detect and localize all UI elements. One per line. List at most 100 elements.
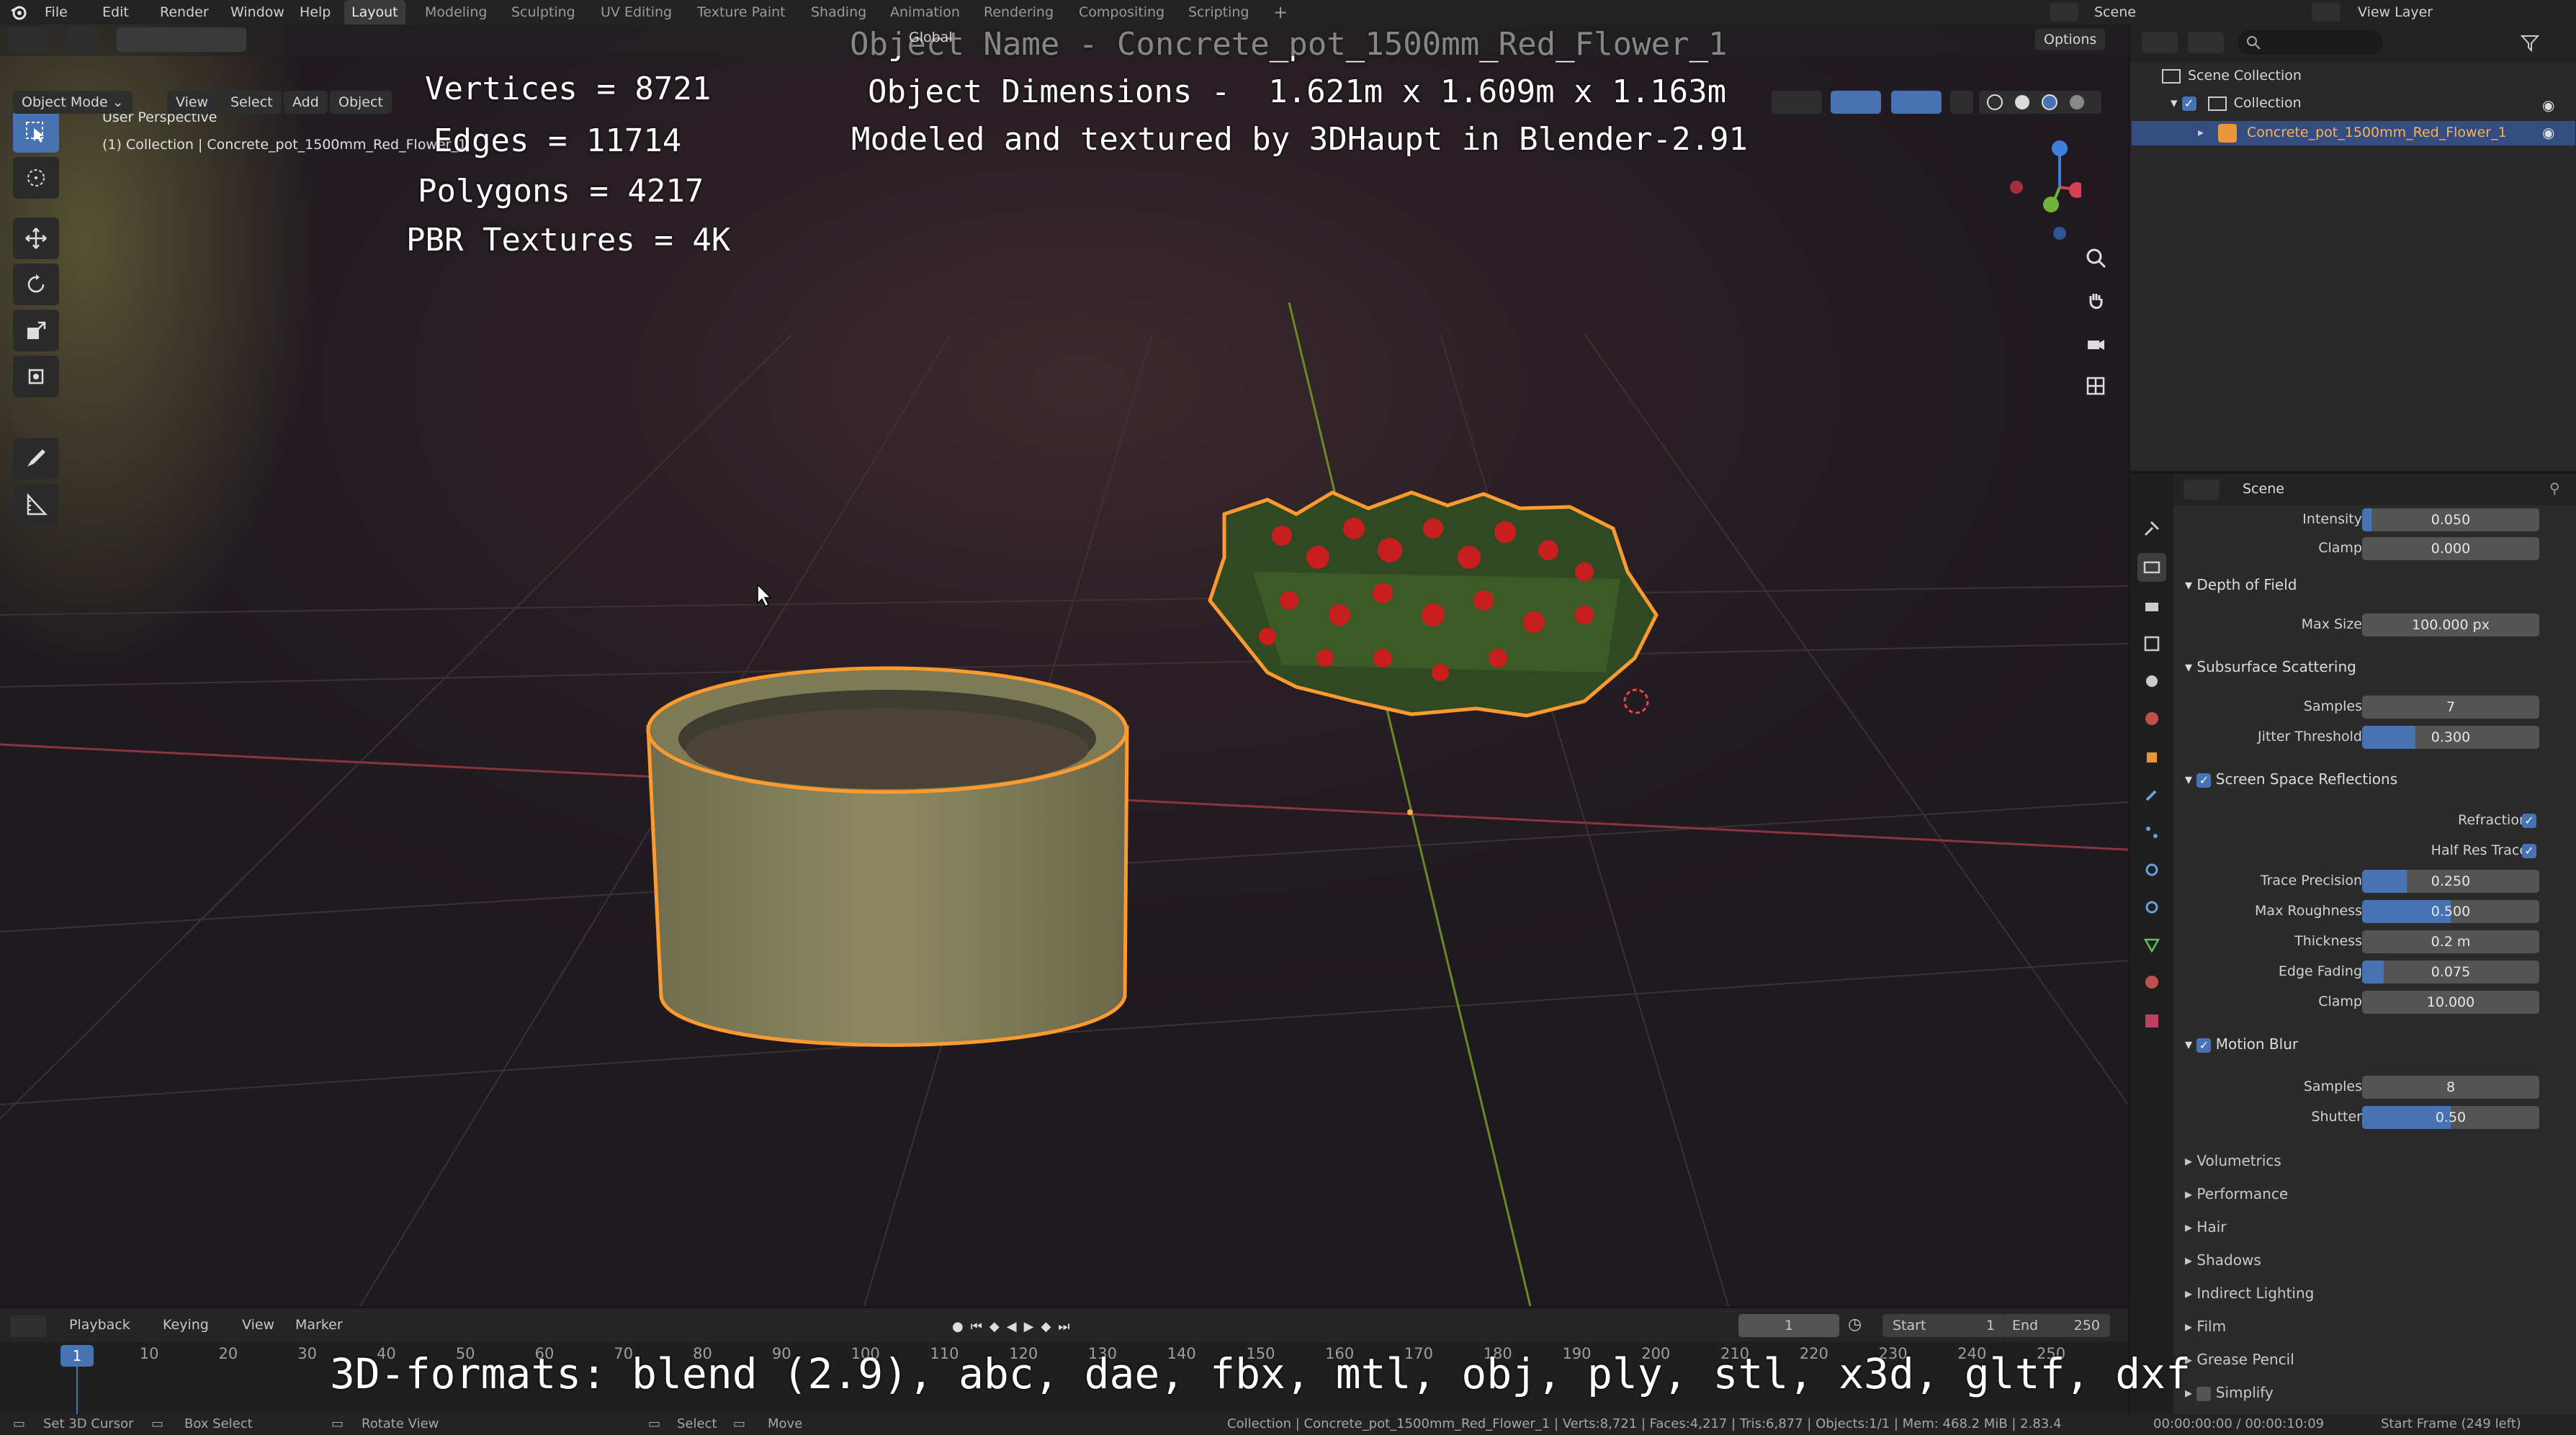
play-reverse-icon[interactable]: ◀ (1007, 1319, 1017, 1334)
annotate-tool[interactable] (13, 438, 59, 480)
visibility-toggle-icon[interactable] (1772, 91, 1822, 114)
view-layer-icon[interactable] (2312, 3, 2341, 22)
grease-pencil-panel-header[interactable]: ▸ Grease Pencil (2185, 1351, 2294, 1368)
jump-end-icon[interactable]: ⏭ (1058, 1319, 1069, 1334)
max-roughness-field[interactable]: 0.500 (2362, 900, 2539, 923)
grid-toggle-icon[interactable] (2078, 369, 2113, 403)
editor-type-icon[interactable] (7, 27, 48, 52)
trace-precision-field[interactable]: 0.250 (2362, 870, 2539, 893)
menu-view[interactable]: View (167, 91, 217, 114)
zoom-icon[interactable] (2078, 240, 2113, 275)
measure-tool[interactable] (13, 484, 59, 526)
record-icon[interactable]: ● (952, 1319, 964, 1334)
playhead[interactable]: 1 (60, 1345, 94, 1367)
next-keyframe-icon[interactable]: ◆ (1041, 1319, 1051, 1334)
outliner-search-input[interactable] (2238, 30, 2382, 55)
xray-toggle-icon[interactable] (1950, 91, 1973, 114)
keying-menu[interactable]: Keying (163, 1317, 209, 1333)
collection-checkbox[interactable]: ✓ (2181, 96, 2196, 111)
thickness-field[interactable]: 0.2 m (2362, 930, 2539, 953)
pan-hand-icon[interactable] (2078, 284, 2113, 318)
transform-orientation-dropdown[interactable]: Global (900, 27, 961, 48)
gizmo-toggle-icon[interactable] (1831, 91, 1881, 114)
start-frame-field[interactable]: Start 1 (1882, 1314, 2005, 1337)
tab-rendering[interactable]: Rendering (977, 0, 1061, 24)
expand-arrow-icon[interactable]: ▾ (2171, 95, 2182, 111)
tab-scripting[interactable]: Scripting (1181, 0, 1257, 24)
clamp-field[interactable]: 0.000 (2362, 537, 2539, 560)
prev-keyframe-icon[interactable]: ◆ (989, 1319, 1000, 1334)
shutter-field[interactable]: 0.50 (2362, 1106, 2539, 1129)
current-frame-field[interactable]: 1 (1738, 1314, 1839, 1337)
half-res-checkbox[interactable]: ✓ (2522, 844, 2536, 858)
volumetrics-panel-header[interactable]: ▸ Volumetrics (2185, 1152, 2281, 1169)
marker-menu[interactable]: Marker (295, 1317, 343, 1333)
selection-mode-icons[interactable] (117, 27, 246, 52)
scene-tab-icon[interactable] (2137, 667, 2166, 696)
jitter-field[interactable]: 0.300 (2362, 726, 2539, 749)
camera-view-icon[interactable] (2078, 327, 2113, 361)
sss-samples-field[interactable]: 7 (2362, 696, 2539, 719)
tab-animation[interactable]: Animation (883, 0, 967, 24)
mb-samples-field[interactable]: 8 (2362, 1076, 2539, 1099)
shading-mode-icons[interactable] (1979, 91, 2101, 114)
navigation-gizmo[interactable] (1995, 111, 2085, 248)
playback-controls[interactable]: ● ⏮ ◆ ◀ ▶ ◆ ⏭ (952, 1315, 1146, 1337)
shadows-panel-header[interactable]: ▸ Shadows (2185, 1251, 2261, 1269)
filter-icon[interactable] (2519, 32, 2551, 53)
motion-blur-checkbox[interactable]: ✓ (2196, 1038, 2212, 1053)
tab-layout[interactable]: Layout (344, 0, 405, 24)
menu-help[interactable]: Help (300, 0, 331, 24)
tab-compositing[interactable]: Compositing (1072, 0, 1172, 24)
menu-window[interactable]: Window (230, 0, 284, 24)
tool-settings-icon[interactable] (66, 27, 98, 52)
scene-collection-item[interactable]: Scene Collection (2162, 68, 2302, 84)
add-workspace-icon[interactable]: + (1266, 0, 1295, 24)
dof-panel-header[interactable]: ▾ Depth of Field (2185, 576, 2297, 593)
modifier-tab-icon[interactable] (2137, 781, 2166, 809)
select-box-tool[interactable] (13, 111, 59, 153)
overlay-toggle-icon[interactable] (1891, 91, 1942, 114)
motion-blur-panel-header[interactable]: ▾ ✓ Motion Blur (2185, 1035, 2298, 1053)
play-icon[interactable]: ▶ (1024, 1319, 1034, 1334)
max-size-field[interactable]: 100.000 px (2362, 613, 2539, 636)
menu-render[interactable]: Render (160, 0, 209, 24)
hair-panel-header[interactable]: ▸ Hair (2185, 1218, 2226, 1236)
display-mode-icon[interactable] (2188, 32, 2224, 53)
ssr-clamp-field[interactable]: 10.000 (2362, 991, 2539, 1014)
film-panel-header[interactable]: ▸ Film (2185, 1318, 2226, 1335)
outliner-editor-icon[interactable] (2142, 32, 2178, 53)
simplify-panel-header[interactable]: ▸ Simplify (2185, 1384, 2274, 1401)
eye-icon[interactable]: ◉ (2542, 96, 2554, 114)
object-mode-dropdown[interactable]: Object Mode ⌄ (13, 91, 133, 114)
ssr-panel-header[interactable]: ▾ ✓ Screen Space Reflections (2185, 770, 2397, 788)
properties-editor-icon[interactable] (2184, 480, 2220, 500)
end-frame-field[interactable]: End 250 (2002, 1314, 2110, 1337)
pin-icon[interactable]: ⚲ (2549, 480, 2560, 497)
tab-shading[interactable]: Shading (804, 0, 874, 24)
timeline-area[interactable]: 10 20 30 40 50 60 70 80 90 100 110 120 130 140 150 160 1… (0, 1342, 2191, 1414)
sss-panel-header[interactable]: ▾ Subsurface Scattering (2185, 658, 2356, 675)
move-tool[interactable] (13, 217, 59, 259)
options-dropdown[interactable]: Options (2035, 29, 2106, 50)
scene-selector-icon[interactable] (2050, 3, 2078, 22)
rotate-tool[interactable] (13, 264, 59, 305)
outliner-row-selected[interactable]: ▸ Concrete_pot_1500mm_Red_Flower_1 ◉ (2132, 121, 2575, 145)
menu-file[interactable]: File (45, 0, 68, 24)
view-layer-name[interactable]: View Layer (2358, 0, 2433, 24)
intensity-field[interactable]: 0.050 (2362, 508, 2539, 531)
3d-viewport[interactable]: User Perspective (1) Collection | Concre… (0, 24, 2128, 1306)
simplify-checkbox[interactable] (2196, 1386, 2212, 1401)
timeline-editor-icon[interactable] (10, 1315, 46, 1337)
blender-logo-icon[interactable] (10, 4, 27, 21)
refraction-checkbox[interactable]: ✓ (2522, 814, 2536, 828)
menu-add[interactable]: Add (284, 91, 328, 114)
tab-uv-editing[interactable]: UV Editing (593, 0, 679, 24)
tab-modeling[interactable]: Modeling (418, 0, 494, 24)
transform-tool[interactable] (13, 356, 59, 397)
timeline-view-menu[interactable]: View (242, 1317, 274, 1333)
menu-select[interactable]: Select (222, 91, 282, 114)
tab-texture-paint[interactable]: Texture Paint (690, 0, 793, 24)
performance-panel-header[interactable]: ▸ Performance (2185, 1185, 2288, 1202)
menu-object[interactable]: Object (330, 91, 392, 114)
